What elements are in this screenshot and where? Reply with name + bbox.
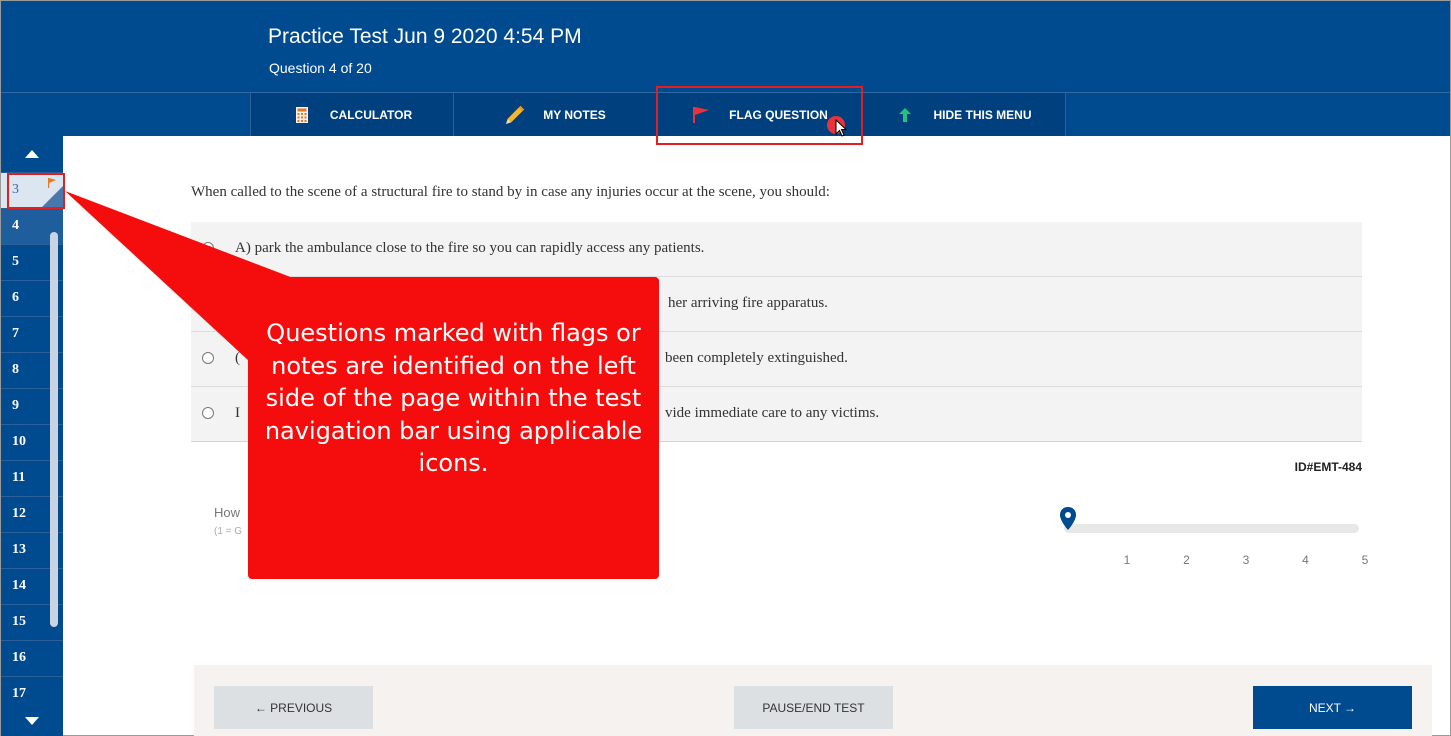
- callout-pointer: [65, 191, 301, 361]
- callout-text: Questions marked with flags or notes are…: [264, 319, 643, 477]
